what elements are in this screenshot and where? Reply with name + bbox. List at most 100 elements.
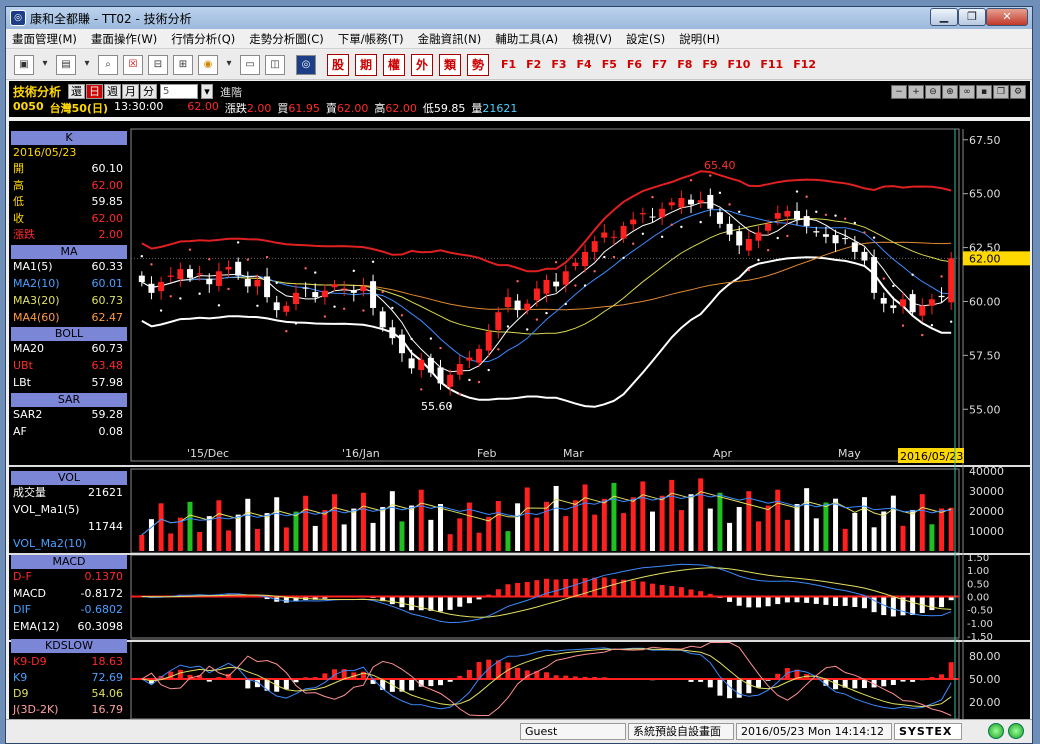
magnify-minus-icon[interactable]: ⊖ (925, 85, 941, 99)
coin-icon[interactable]: ◉ (198, 54, 218, 75)
volume-bar-42 (544, 501, 549, 551)
period-button-0[interactable]: 還 (68, 84, 86, 99)
settings-icon[interactable]: ⚙ (1010, 85, 1026, 99)
market-button-3[interactable]: 外 (411, 53, 433, 76)
zoom-in-icon[interactable]: + (908, 85, 924, 99)
volume-bar-67 (784, 519, 790, 551)
period-button-3[interactable]: 月 (122, 84, 140, 99)
monitor-dropdown-icon[interactable]: ▾ (81, 55, 93, 75)
function-key-f6[interactable]: F6 (627, 58, 642, 71)
window-icon[interactable]: ❐ (993, 85, 1009, 99)
minimize-button[interactable]: ▁ (930, 8, 958, 26)
low-value: 59.85 (433, 102, 466, 115)
chart-icon[interactable]: ◫ (265, 54, 285, 75)
menu-item-8[interactable]: 設定(S) (626, 31, 665, 47)
k-section-header[interactable]: K (11, 131, 127, 145)
zoom-out-icon[interactable]: − (891, 85, 907, 99)
close-button[interactable]: ✕ (986, 8, 1028, 26)
connection-status-icon[interactable] (988, 723, 1004, 739)
volume-bar-19 (322, 510, 328, 551)
candle-body-54 (659, 208, 666, 218)
macd-bar-78 (890, 596, 896, 617)
technical-chart[interactable]: 67.5065.0062.5060.0057.5055.0062.00'15/D… (9, 121, 1030, 719)
function-key-f7[interactable]: F7 (652, 58, 667, 71)
function-key-f8[interactable]: F8 (677, 58, 692, 71)
volume-bar-49 (611, 482, 617, 551)
sar-dot-24 (371, 260, 375, 263)
menu-item-2[interactable]: 行情分析(Q) (171, 31, 235, 47)
menu-item-4[interactable]: 下單/帳務(T) (338, 31, 404, 47)
ma-section-header[interactable]: MA (11, 245, 127, 259)
menu-item-1[interactable]: 畫面操作(W) (91, 31, 157, 47)
candle-body-56 (678, 197, 685, 208)
period-button-2[interactable]: 週 (104, 84, 122, 99)
vol-row-2-value: 11744 (88, 520, 123, 533)
function-key-f4[interactable]: F4 (577, 58, 592, 71)
candle-body-31 (437, 367, 444, 384)
advanced-button[interactable]: 進階 (220, 84, 242, 100)
function-key-f2[interactable]: F2 (526, 58, 541, 71)
menu-item-6[interactable]: 輔助工具(A) (495, 31, 558, 47)
menu-item-9[interactable]: 說明(H) (679, 31, 720, 47)
menu-item-0[interactable]: 畫面管理(M) (12, 31, 77, 47)
kd-row-2-label: D9 (13, 687, 29, 700)
magnify-plus-icon[interactable]: ⊕ (942, 85, 958, 99)
layout-dropdown-icon[interactable]: ▾ (39, 55, 51, 75)
status-user: Guest (520, 723, 626, 740)
market-button-2[interactable]: 權 (383, 53, 405, 76)
menu-item-3[interactable]: 走勢分析圖(C) (249, 31, 324, 47)
period-button-4[interactable]: 分 (140, 84, 158, 99)
title-bar[interactable]: ◎ 康和全都賺 - TT02 - 技術分析 ▁ ❐ ✕ (6, 7, 1032, 29)
chart-area[interactable]: 67.50 65.00 62.50 60.00 57.50 55.00 62.00'15/D… (9, 121, 1030, 719)
minute-select[interactable]: 5 (160, 84, 199, 99)
function-key-f9[interactable]: F9 (702, 58, 717, 71)
sar-section-header[interactable]: SAR (11, 393, 127, 407)
menu-item-5[interactable]: 金融資訊(N) (418, 31, 482, 47)
volume-bar-82 (929, 524, 935, 551)
volume-bar-50 (621, 513, 627, 551)
market-button-4[interactable]: 類 (439, 53, 461, 76)
card-icon[interactable]: ▭ (240, 54, 260, 75)
function-key-f1[interactable]: F1 (501, 58, 516, 71)
monitor-icon[interactable]: ▤ (56, 54, 76, 75)
close-box-icon[interactable]: ☒ (123, 54, 143, 75)
quote-summary: 0050 台灣50(日) 13:30:00 62.00 漲跌2.00 買61.9… (13, 100, 517, 116)
function-key-f10[interactable]: F10 (728, 58, 751, 71)
volume-bar-61 (727, 522, 733, 551)
maximize-button[interactable]: ❐ (958, 8, 986, 26)
save-icon[interactable]: ▪ (976, 85, 992, 99)
glasses-icon[interactable]: ∞ (959, 85, 975, 99)
kd-section-header[interactable]: KDSLOW (11, 639, 127, 653)
macd-section-header[interactable]: MACD (11, 555, 127, 569)
market-button-0[interactable]: 股 (327, 53, 349, 76)
quote-icon[interactable]: ⊟ (148, 54, 168, 75)
function-key-f11[interactable]: F11 (760, 58, 783, 71)
minute-dropdown-icon[interactable]: ▾ (201, 84, 214, 99)
market-button-5[interactable]: 勢 (467, 53, 489, 76)
period-button-1[interactable]: 日 (86, 84, 104, 99)
vol-section-header[interactable]: VOL (11, 471, 127, 485)
macd-row-1: MACD -0.8172 (13, 586, 127, 602)
coin-dropdown-icon[interactable]: ▾ (223, 55, 235, 75)
candle-body-52 (639, 213, 646, 215)
candle-body-34 (466, 357, 473, 361)
candle-body-8 (215, 271, 222, 286)
connection-status-icon-2[interactable] (1008, 723, 1024, 739)
candle-body-30 (427, 357, 434, 373)
sar-row-0: SAR2 59.28 (13, 407, 127, 423)
function-key-f5[interactable]: F5 (602, 58, 617, 71)
vol-row-3-label: VOL_Ma2(10) (13, 537, 87, 550)
table-icon[interactable]: ⊞ (173, 54, 193, 75)
candle-body-16 (292, 292, 299, 305)
menu-item-7[interactable]: 檢視(V) (572, 31, 612, 47)
boll-section-header[interactable]: BOLL (11, 327, 127, 341)
macd-row-2-value: -0.6802 (80, 603, 123, 616)
search-icon[interactable]: ⌕ (98, 54, 118, 75)
function-key-f12[interactable]: F12 (793, 58, 816, 71)
market-button-1[interactable]: 期 (355, 53, 377, 76)
function-key-f3[interactable]: F3 (551, 58, 566, 71)
logo-icon[interactable]: ◎ (296, 54, 316, 75)
candle-body-9 (225, 266, 232, 270)
layout-icon[interactable]: ▣ (14, 54, 34, 75)
volume-bar-24 (370, 522, 376, 551)
